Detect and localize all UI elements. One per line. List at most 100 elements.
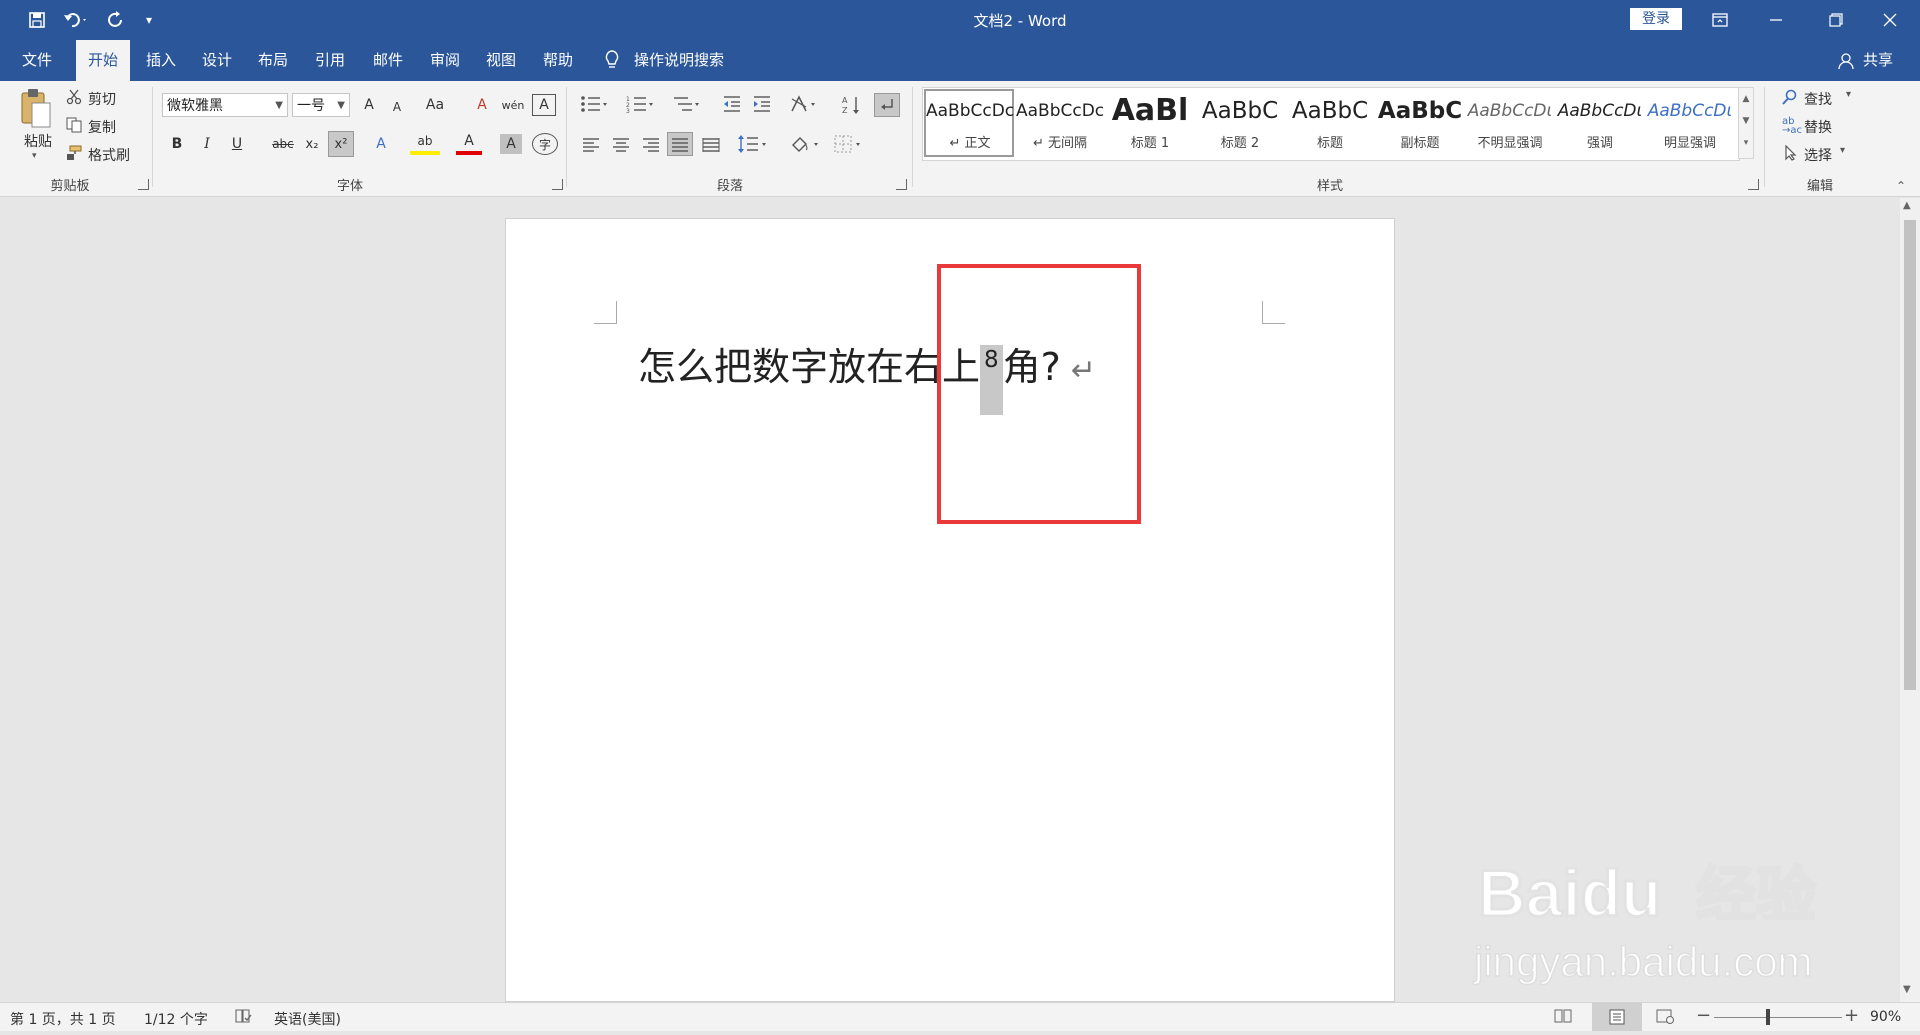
tab-insert[interactable]: 插入 xyxy=(134,40,188,81)
document-page[interactable]: 怎么把数字放在右上 8 角? ↵ xyxy=(505,218,1395,1002)
paragraph-launcher[interactable] xyxy=(896,179,907,190)
style-normal[interactable]: AaBbCcDc ↵ 正文 xyxy=(926,90,1014,160)
minimize-icon[interactable] xyxy=(1748,0,1804,40)
styles-scroll[interactable]: ▲ ▼ ▾ xyxy=(1738,87,1754,159)
strikethrough-icon[interactable]: abc xyxy=(268,131,298,157)
char-border-icon[interactable]: A xyxy=(532,94,556,116)
collapse-ribbon-icon[interactable]: ⌃ xyxy=(1896,179,1906,193)
person-icon[interactable] xyxy=(1838,52,1856,74)
language[interactable]: 英语(美国) xyxy=(274,1009,341,1029)
chevron-down-icon[interactable]: ▼ xyxy=(1739,110,1753,132)
replace-button[interactable]: 替换 xyxy=(1804,117,1832,137)
style-intense-emphasis[interactable]: AaBbCcDι 明显强调 xyxy=(1646,90,1734,160)
find-dropdown-icon[interactable]: ▾ xyxy=(1846,89,1851,100)
char-shading-icon[interactable]: A xyxy=(500,134,522,154)
grow-font-icon[interactable]: A xyxy=(358,92,380,118)
ribbon-display-options-icon[interactable] xyxy=(1692,0,1748,40)
zoom-slider-thumb[interactable] xyxy=(1766,1009,1770,1025)
scissors-icon[interactable] xyxy=(66,89,82,109)
align-center-icon[interactable] xyxy=(612,137,630,156)
pinyin-guide-icon[interactable]: wén xyxy=(500,92,526,118)
tab-mailings[interactable]: 邮件 xyxy=(361,40,415,81)
font-name-combo[interactable]: 微软雅黑 ▼ xyxy=(162,93,288,117)
select-dropdown-icon[interactable]: ▾ xyxy=(1840,145,1845,156)
tab-view[interactable]: 视图 xyxy=(474,40,528,81)
select-button[interactable]: 选择 xyxy=(1804,145,1832,165)
subscript-icon[interactable]: x₂ xyxy=(300,131,324,157)
print-layout-icon[interactable] xyxy=(1592,1003,1642,1031)
bold-icon[interactable]: B xyxy=(166,131,188,157)
lightbulb-icon[interactable] xyxy=(604,50,620,74)
read-mode-icon[interactable] xyxy=(1554,1008,1572,1028)
proofing-icon[interactable] xyxy=(234,1008,252,1028)
clear-format-icon[interactable]: A xyxy=(470,92,494,118)
zoom-level[interactable]: 90% xyxy=(1870,1009,1901,1025)
numbering-icon[interactable]: 123 xyxy=(626,95,654,117)
login-button[interactable]: 登录 xyxy=(1630,8,1682,30)
save-icon[interactable] xyxy=(22,6,52,34)
bullets-icon[interactable] xyxy=(580,95,608,117)
style-title[interactable]: AaBbC 标题 xyxy=(1286,90,1374,160)
distributed-icon[interactable] xyxy=(702,137,720,156)
zoom-slider[interactable] xyxy=(1714,1017,1842,1018)
style-emphasis[interactable]: AaBbCcDι 强调 xyxy=(1556,90,1644,160)
paste-button[interactable]: 粘贴 xyxy=(18,131,58,151)
shading-icon[interactable] xyxy=(790,135,820,157)
align-right-icon[interactable] xyxy=(642,137,660,156)
font-color-icon[interactable]: A xyxy=(456,131,482,155)
tab-file[interactable]: 文件 xyxy=(10,40,64,81)
highlight-icon[interactable]: ab xyxy=(410,131,440,155)
tell-me-search[interactable]: 操作说明搜索 xyxy=(634,40,744,81)
copy-icon[interactable] xyxy=(66,117,82,137)
text-effects-icon[interactable]: A xyxy=(368,131,394,157)
justify-icon[interactable] xyxy=(667,132,693,156)
multilevel-list-icon[interactable] xyxy=(672,95,700,117)
format-painter-icon[interactable] xyxy=(66,145,82,165)
customize-qat-icon[interactable]: ▾ xyxy=(140,6,158,34)
page-info[interactable]: 第 1 页，共 1 页 xyxy=(10,1009,116,1029)
style-heading-2[interactable]: AaBbC 标题 2 xyxy=(1196,90,1284,160)
paste-dropdown-icon[interactable]: ▾ xyxy=(32,151,37,161)
chinese-layout-icon[interactable] xyxy=(790,95,818,117)
show-marks-icon[interactable] xyxy=(874,93,900,117)
search-icon[interactable] xyxy=(1782,89,1798,109)
tab-review[interactable]: 审阅 xyxy=(418,40,472,81)
zoom-out-icon[interactable]: − xyxy=(1696,1005,1711,1026)
align-left-icon[interactable] xyxy=(582,137,600,156)
scroll-thumb[interactable] xyxy=(1904,220,1916,690)
copy-button[interactable]: 复制 xyxy=(88,117,116,137)
tab-design[interactable]: 设计 xyxy=(190,40,244,81)
decrease-indent-icon[interactable] xyxy=(722,95,742,117)
zoom-in-icon[interactable]: + xyxy=(1844,1005,1859,1026)
scroll-up-icon[interactable]: ▲ xyxy=(1903,200,1911,211)
restore-icon[interactable] xyxy=(1808,0,1864,40)
font-launcher[interactable] xyxy=(552,179,563,190)
superscript-icon[interactable]: x² xyxy=(328,131,354,157)
font-size-combo[interactable]: 一号 ▼ xyxy=(292,93,350,117)
enclose-char-icon[interactable]: 字 xyxy=(532,133,558,155)
word-count[interactable]: 1/12 个字 xyxy=(144,1009,208,1029)
cut-button[interactable]: 剪切 xyxy=(88,89,116,109)
tab-help[interactable]: 帮助 xyxy=(531,40,585,81)
style-heading-1[interactable]: AaBl 标题 1 xyxy=(1106,90,1194,160)
styles-launcher[interactable] xyxy=(1748,179,1759,190)
undo-icon[interactable] xyxy=(58,6,94,34)
tab-references[interactable]: 引用 xyxy=(303,40,357,81)
tab-home[interactable]: 开始 xyxy=(76,40,130,81)
style-no-spacing[interactable]: AaBbCcDc ↵ 无间隔 xyxy=(1016,90,1104,160)
redo-icon[interactable] xyxy=(102,6,130,34)
increase-indent-icon[interactable] xyxy=(752,95,772,117)
cursor-icon[interactable] xyxy=(1784,144,1798,165)
underline-icon[interactable]: U xyxy=(224,131,250,157)
borders-icon[interactable] xyxy=(834,135,864,157)
line-spacing-icon[interactable] xyxy=(738,135,768,157)
clipboard-launcher[interactable] xyxy=(138,179,149,190)
more-styles-icon[interactable]: ▾ xyxy=(1739,132,1753,154)
change-case-icon[interactable]: Aa xyxy=(418,92,452,118)
chevron-up-icon[interactable]: ▲ xyxy=(1739,88,1753,110)
share-button[interactable]: 共享 xyxy=(1858,40,1898,81)
italic-icon[interactable]: I xyxy=(196,131,218,157)
paste-icon[interactable] xyxy=(18,87,54,131)
sort-icon[interactable]: AZ xyxy=(842,95,862,119)
style-subtle-emphasis[interactable]: AaBbCcDι 不明显强调 xyxy=(1466,90,1554,160)
